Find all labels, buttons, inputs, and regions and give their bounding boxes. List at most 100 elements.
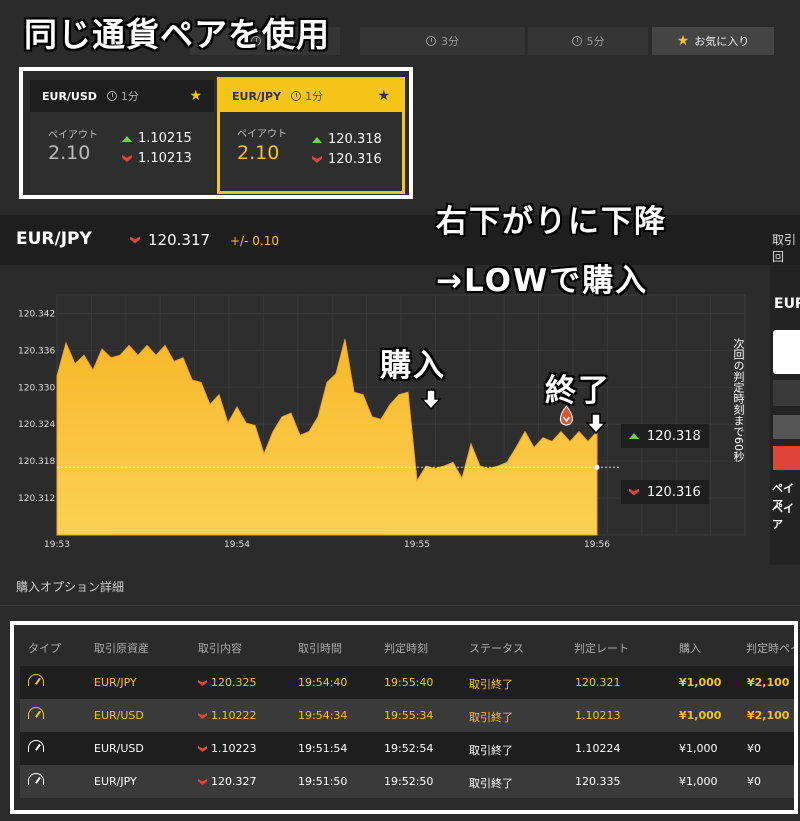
annotation-trend-line2: →LOWで購入 [436, 263, 649, 299]
col-type: タイプ [28, 642, 61, 655]
table-row[interactable]: EUR/JPY 120.327 19:51:50 19:52:50 取引終了 120.33… [20, 765, 794, 798]
arrow-down-icon [198, 680, 207, 686]
cell-payout: ¥2,100 [747, 676, 789, 689]
cell-rate: 120.321 [575, 676, 621, 689]
annotation-buy: 購入 [380, 348, 446, 384]
divider [0, 605, 800, 606]
cell-text: 19:54:34 [298, 709, 348, 722]
cell-status: 取引終了 [469, 709, 513, 725]
cell-text: 19:52:50 [384, 775, 434, 788]
low-rate[interactable]: 1.10213 [122, 151, 192, 166]
chart-high-rate: 120.318 [621, 424, 709, 448]
rate-chart: 120.342 120.336 120.330 120.324 120.318 120.3… [18, 294, 746, 550]
low-rate[interactable]: 120.316 [312, 152, 382, 167]
low-button[interactable] [773, 446, 800, 470]
cell-content: 120.327 [198, 775, 257, 788]
pair-card-eurjpy[interactable]: EUR/JPY 1分 ★ ペイアウト 2.10 120.318 120.316 [217, 77, 405, 194]
card-time: 1分 [106, 88, 139, 104]
cell-text: ¥1,000 [679, 775, 718, 788]
arrow-down-icon [198, 779, 207, 785]
low-rate-value: 120.316 [328, 152, 382, 167]
clock-icon [426, 36, 436, 46]
cell-content: 120.325 [198, 676, 257, 689]
y-tick-label: 120.312 [18, 494, 55, 504]
cell-text: ¥2,100 [747, 709, 790, 722]
cell-text: 取引終了 [469, 711, 513, 724]
amount-preset[interactable] [773, 380, 800, 406]
price-bar [0, 215, 800, 265]
card-header: EUR/USD 1分 ★ [30, 80, 214, 112]
cell-buy: ¥1,000 [679, 709, 721, 722]
cell-text: 19:54:40 [298, 676, 348, 689]
table-row[interactable]: EUR/JPY 120.325 19:54:40 19:55:40 取引終了 120.32… [20, 666, 794, 699]
cell-text: ¥2,100 [747, 676, 790, 689]
star-icon[interactable]: ★ [377, 89, 390, 103]
arrow-up-icon [312, 136, 322, 143]
cell-text: 取引終了 [469, 744, 513, 757]
side-label: 取引回 [772, 233, 797, 264]
cell-asset: EUR/USD [94, 742, 144, 755]
y-tick-label: 120.324 [18, 420, 55, 430]
low-rate-value: 1.10213 [138, 151, 192, 166]
cell-text: 120.325 [211, 676, 257, 689]
pair-title: EUR/JPY [16, 229, 92, 249]
card-pair: EUR/JPY [232, 89, 282, 103]
cell-text: 120.327 [211, 775, 257, 788]
card-time: 1分 [291, 88, 323, 104]
card-header: EUR/JPY 1分 ★ [220, 80, 402, 112]
card-time-label: 1分 [120, 90, 139, 103]
cell-judge: 19:55:40 [384, 676, 433, 689]
cell-payout: ¥0 [747, 775, 761, 788]
high-rate[interactable]: 1.10215 [122, 131, 192, 146]
cell-status: 取引終了 [469, 742, 513, 758]
trading-screen: 30 3分 5分 ★ お気に入り 同じ通貨ペアを使用 EUR/USD 1分 ★ … [0, 0, 800, 821]
cell-text: 19:51:50 [298, 775, 348, 788]
cell-time: 19:51:50 [298, 775, 347, 788]
star-icon[interactable]: ★ [189, 89, 202, 103]
cell-text: ¥1,000 [679, 742, 718, 755]
payout-value: 2.10 [48, 142, 91, 164]
cell-payout: ¥0 [747, 742, 761, 755]
payout-label: ペイアウト [48, 130, 98, 141]
cell-text: ¥0 [747, 775, 761, 788]
end-point [594, 464, 600, 470]
cell-time: 19:54:34 [298, 709, 347, 722]
card-pair: EUR/USD [42, 89, 97, 103]
cell-content: 1.10222 [198, 709, 257, 722]
arrow-down-pointer-icon [420, 389, 442, 411]
chart-low-rate: 120.316 [621, 480, 709, 504]
current-price-value: 120.317 [148, 231, 211, 249]
cell-content: 1.10223 [198, 742, 257, 755]
payout-label: ペイア [772, 502, 794, 531]
pair-card-eurusd[interactable]: EUR/USD 1分 ★ ペイアウト 2.10 1.10215 1.10213 [30, 80, 214, 192]
cell-text: 19:52:54 [384, 742, 434, 755]
x-tick-label: 19:55 [404, 540, 430, 550]
cell-text: 120.335 [575, 775, 621, 788]
cell-text: EUR/USD [94, 709, 144, 722]
y-tick-label: 120.342 [18, 309, 55, 319]
arrow-down-pointer-icon [585, 413, 607, 435]
tab-favorites[interactable]: ★ お気に入り [652, 27, 774, 55]
clock-icon [106, 91, 117, 101]
table-row[interactable]: EUR/USD 1.10223 19:51:54 19:52:54 取引終了 1.1022… [20, 732, 794, 765]
cell-buy: ¥1,000 [679, 742, 718, 755]
cell-text: ¥1,000 [679, 676, 722, 689]
high-button[interactable] [773, 415, 800, 439]
tab-5min[interactable]: 5分 [528, 27, 648, 55]
cell-text: 取引終了 [469, 678, 513, 691]
arrow-up-icon [629, 433, 639, 439]
cell-buy: ¥1,000 [679, 775, 718, 788]
tab-3min[interactable]: 3分 [360, 27, 525, 55]
col-status: ステータス [469, 642, 524, 655]
speedometer-icon [28, 674, 44, 686]
x-tick-label: 19:56 [584, 540, 610, 550]
arrow-down-icon [312, 156, 322, 163]
cell-payout: ¥2,100 [747, 709, 789, 722]
col-content: 取引内容 [198, 642, 242, 655]
cell-status: 取引終了 [469, 676, 513, 692]
cell-text: ¥0 [747, 742, 761, 755]
amount-input[interactable] [773, 330, 800, 374]
payout-value: 2.10 [237, 142, 280, 164]
table-row[interactable]: EUR/USD 1.10222 19:54:34 19:55:34 取引終了 1.1021… [20, 699, 794, 732]
high-rate[interactable]: 120.318 [312, 132, 382, 147]
